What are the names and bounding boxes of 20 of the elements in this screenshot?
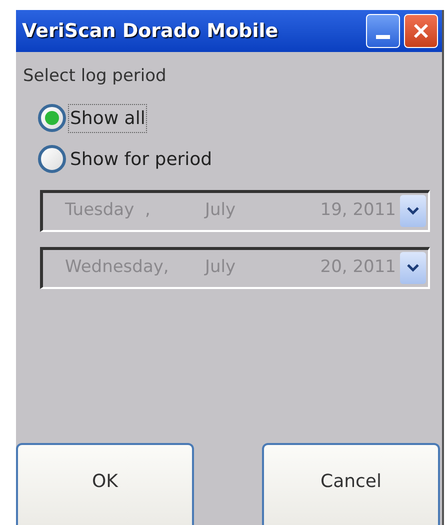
weekday-text: Wednesday, (64, 256, 170, 280)
radio-button[interactable] (38, 104, 66, 132)
weekday-text: Tuesday , (64, 199, 152, 222)
radio-button[interactable] (38, 145, 66, 173)
chevron-down-icon (407, 207, 419, 215)
radio-label[interactable]: Show all (68, 104, 148, 132)
group-label: Select log period (22, 65, 168, 88)
radio-label[interactable]: Show for period (68, 144, 214, 174)
minimize-button[interactable] (366, 14, 400, 48)
dialog-button[interactable]: Cancel (262, 443, 440, 525)
minimize-icon (376, 35, 390, 39)
date-text: 19, 2011 (319, 199, 397, 222)
chevron-down-icon (407, 264, 419, 272)
close-icon (413, 23, 429, 39)
dialog-button[interactable]: OK (16, 443, 194, 525)
close-button[interactable] (404, 14, 438, 48)
month-text: July (203, 199, 237, 222)
window-title: VeriScan Dorado Mobile (22, 18, 280, 44)
date-text: 20, 2011 (319, 256, 397, 280)
month-text: July (203, 256, 237, 280)
